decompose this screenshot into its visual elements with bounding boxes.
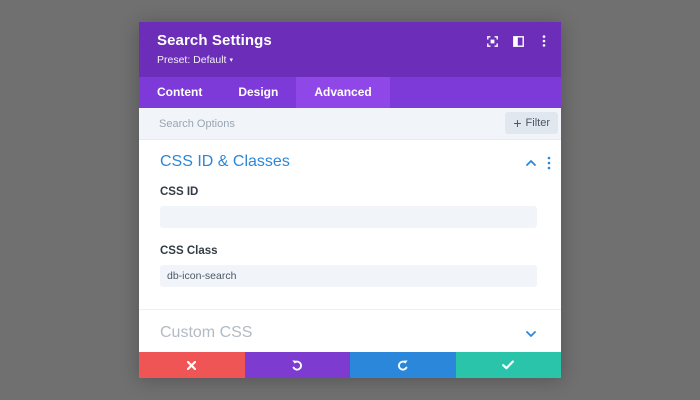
settings-modal: Search Settings Preset: Default ▾ Conten… xyxy=(139,22,561,378)
section-title-css-id-classes: CSS ID & Classes xyxy=(160,153,290,170)
css-id-classes-header[interactable]: CSS ID & Classes xyxy=(139,140,561,185)
check-icon xyxy=(502,360,515,370)
undo-icon xyxy=(292,360,303,371)
undo-button[interactable] xyxy=(244,352,350,378)
section-menu-icon[interactable] xyxy=(547,156,551,170)
fullscreen-icon[interactable] xyxy=(485,34,499,48)
split-view-icon[interactable] xyxy=(511,34,525,48)
more-vertical-icon[interactable] xyxy=(537,34,551,48)
filter-label: Filter xyxy=(525,117,550,129)
discard-button[interactable] xyxy=(139,352,245,378)
tab-advanced[interactable]: Advanced xyxy=(296,77,390,108)
chevron-down-icon[interactable] xyxy=(525,328,537,340)
redo-icon xyxy=(397,360,408,371)
search-options-input[interactable] xyxy=(159,108,489,139)
section-title-custom-css[interactable]: Custom CSS xyxy=(160,324,252,342)
save-button[interactable] xyxy=(455,352,561,378)
preset-label: Preset: Default xyxy=(157,54,227,66)
preset-caret-icon: ▾ xyxy=(229,57,233,64)
close-icon xyxy=(187,360,197,370)
modal-footer xyxy=(139,352,561,378)
chevron-up-icon[interactable] xyxy=(525,157,537,169)
css-class-field[interactable] xyxy=(160,265,537,287)
plus-icon: + xyxy=(513,115,522,131)
tab-content[interactable]: Content xyxy=(139,77,220,108)
modal-header: Search Settings Preset: Default ▾ xyxy=(139,22,561,77)
tab-design[interactable]: Design xyxy=(220,77,296,108)
css-id-label: CSS ID xyxy=(160,186,199,198)
filter-button[interactable]: + Filter xyxy=(505,112,558,134)
search-bar: + Filter xyxy=(139,108,561,140)
section-divider xyxy=(139,309,561,310)
header-actions xyxy=(485,34,551,48)
css-id-field[interactable] xyxy=(160,206,537,228)
redo-button[interactable] xyxy=(350,352,456,378)
preset-selector[interactable]: Preset: Default ▾ xyxy=(157,54,233,66)
modal-title: Search Settings xyxy=(157,32,272,49)
tab-bar: Content Design Advanced xyxy=(139,77,561,108)
css-class-label: CSS Class xyxy=(160,245,218,257)
